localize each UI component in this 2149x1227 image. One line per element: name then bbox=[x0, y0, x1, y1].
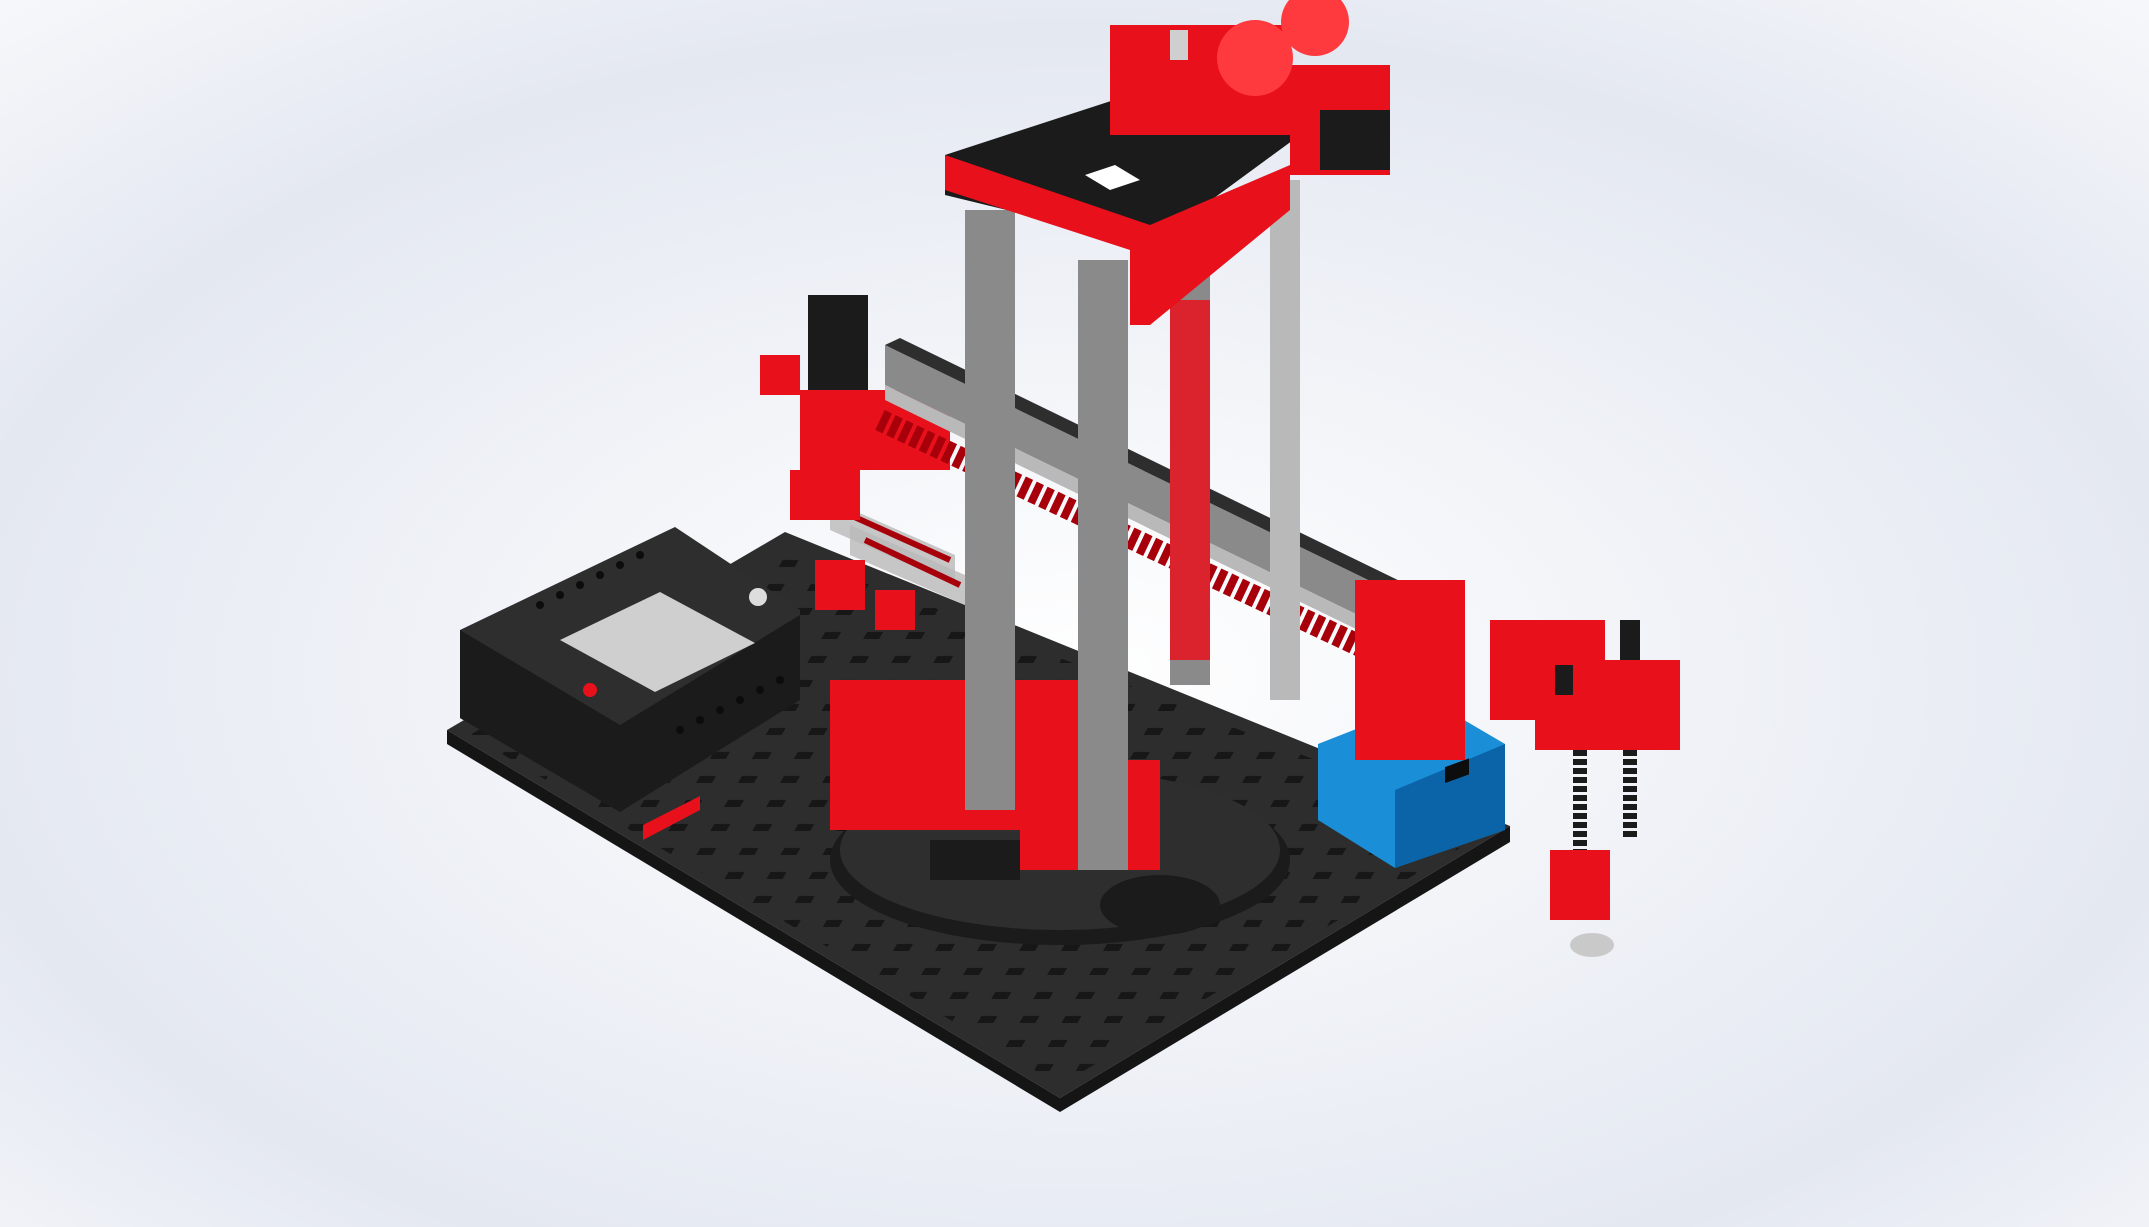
cad-viewport[interactable] bbox=[0, 0, 2149, 1227]
model-render bbox=[0, 0, 2149, 1227]
